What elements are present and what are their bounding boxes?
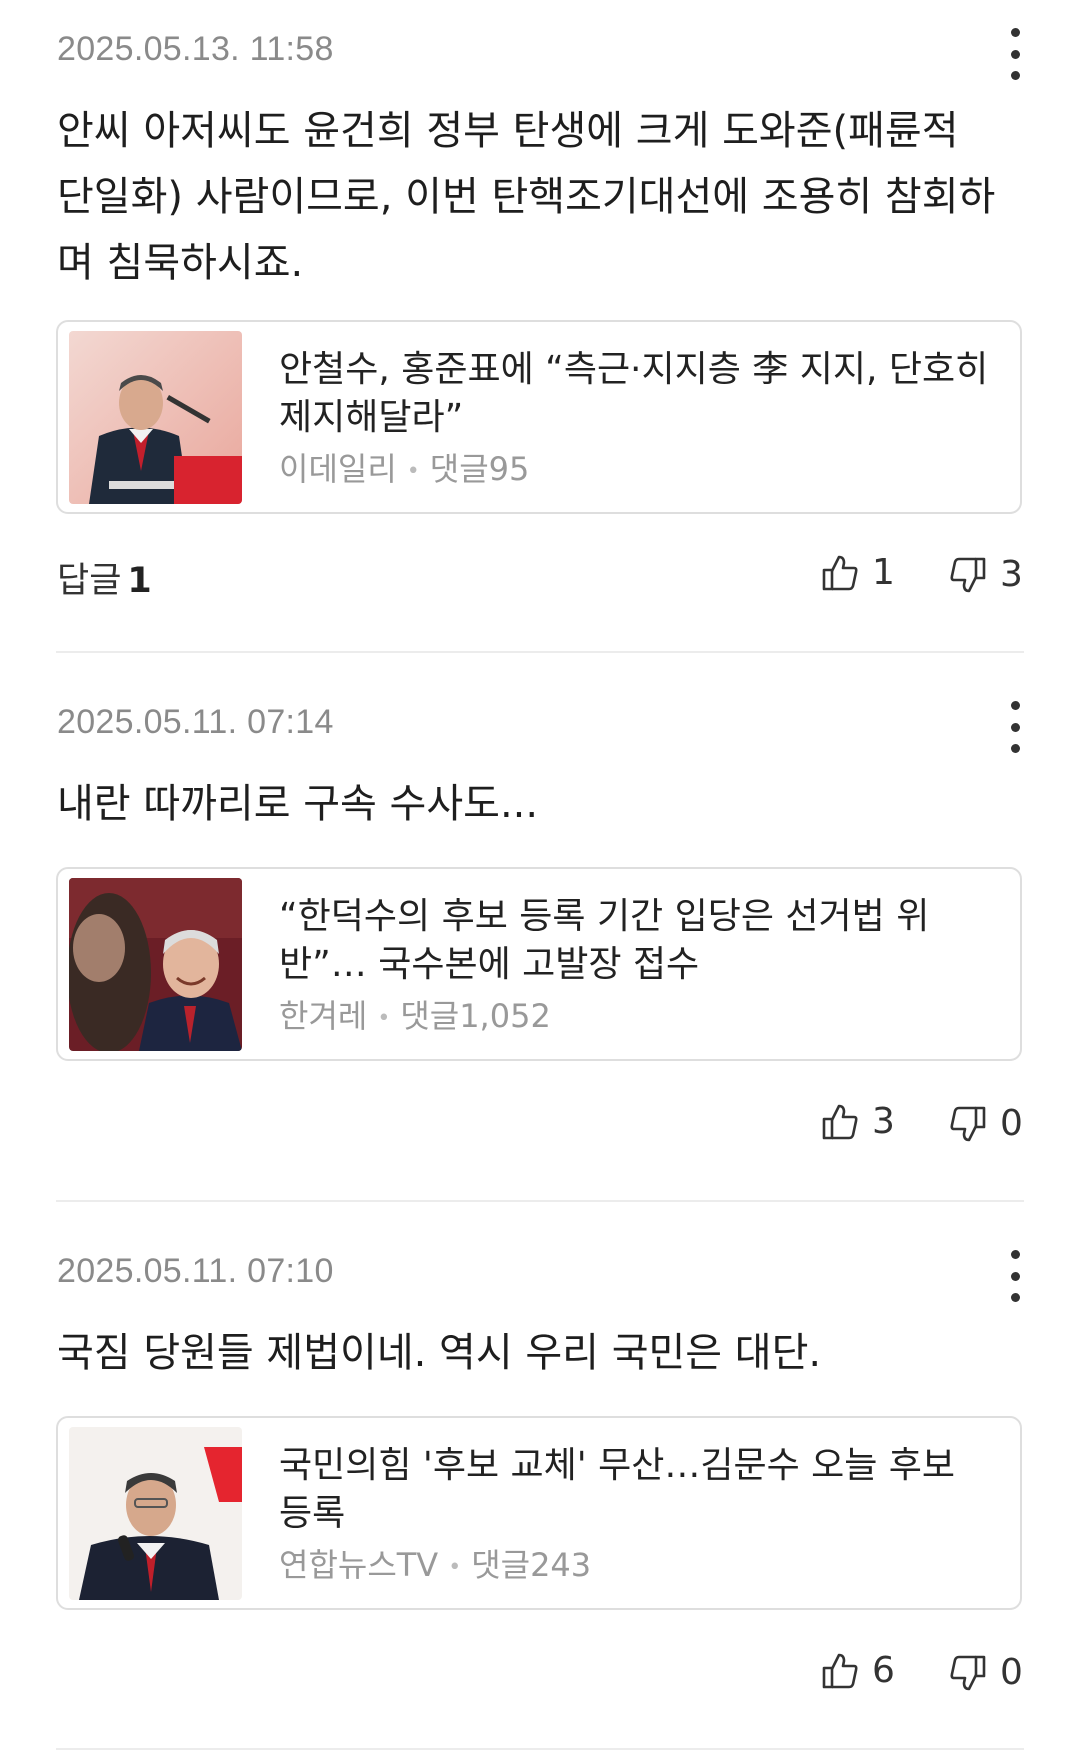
thumbs-down-icon bbox=[950, 557, 986, 592]
divider bbox=[56, 1200, 1024, 1202]
more-options-icon[interactable] bbox=[995, 701, 1035, 753]
article-card[interactable]: 안철수, 홍준표에 “측근·지지층 李 지지, 단호히 제지해달라” 이데일리 •… bbox=[56, 320, 1022, 514]
dislike-count: 3 bbox=[1000, 554, 1023, 595]
separator-dot: • bbox=[377, 1005, 391, 1031]
article-source: 한겨레 bbox=[279, 997, 368, 1035]
thumbs-up-icon bbox=[822, 1104, 858, 1139]
like-count: 6 bbox=[872, 1650, 895, 1691]
like-button[interactable]: 1 bbox=[822, 552, 895, 593]
article-card[interactable]: “한덕수의 후보 등록 기간 입당은 선거법 위반”… 국수본에 고발장 접수 … bbox=[56, 867, 1022, 1061]
article-title: “한덕수의 후보 등록 기간 입당은 선거법 위반”… 국수본에 고발장 접수 bbox=[279, 896, 930, 985]
article-thumbnail bbox=[69, 331, 242, 504]
replies-button[interactable]: 답글 1 bbox=[57, 552, 152, 603]
divider bbox=[56, 651, 1024, 653]
dislike-button[interactable]: 3 bbox=[950, 554, 1023, 595]
separator-dot: • bbox=[406, 458, 420, 484]
more-options-icon[interactable] bbox=[995, 1250, 1035, 1302]
article-meta: 이데일리 • 댓글95 bbox=[279, 444, 529, 490]
article-thumbnail bbox=[69, 1427, 242, 1600]
article-title: 국민의힘 '후보 교체' 무산…김문수 오늘 후보 등록 bbox=[279, 1445, 956, 1534]
dislike-button[interactable]: 0 bbox=[950, 1103, 1023, 1144]
comment-text: 내란 따까리로 구속 수사도... bbox=[57, 781, 539, 827]
article-comment-count: 댓글95 bbox=[429, 450, 530, 488]
like-button[interactable]: 3 bbox=[822, 1101, 895, 1142]
article-thumbnail bbox=[69, 878, 242, 1051]
dislike-count: 0 bbox=[1000, 1652, 1023, 1693]
thumbs-up-icon bbox=[822, 555, 858, 590]
like-count: 1 bbox=[872, 552, 895, 593]
article-source: 이데일리 bbox=[279, 450, 397, 488]
thumbs-down-icon bbox=[950, 1106, 986, 1141]
comment-date: 2025.05.13. 11:58 bbox=[57, 30, 334, 68]
thumbs-up-icon bbox=[822, 1653, 858, 1688]
article-card[interactable]: 국민의힘 '후보 교체' 무산…김문수 오늘 후보 등록 연합뉴스TV • 댓글24… bbox=[56, 1416, 1022, 1610]
dislike-button[interactable]: 0 bbox=[950, 1652, 1023, 1693]
article-title: 안철수, 홍준표에 “측근·지지층 李 지지, 단호히 제지해달라” bbox=[279, 349, 989, 438]
like-button[interactable]: 6 bbox=[822, 1650, 895, 1691]
comment-text: 안씨 아저씨도 윤건희 정부 탄생에 크게 도와준(패륜적 단일화) 사람이므로… bbox=[57, 108, 996, 286]
article-comment-count: 댓글243 bbox=[471, 1546, 592, 1584]
dislike-count: 0 bbox=[1000, 1103, 1023, 1144]
article-comment-count: 댓글1,052 bbox=[400, 997, 551, 1035]
replies-label: 답글 bbox=[57, 561, 122, 601]
article-source: 연합뉴스TV bbox=[279, 1546, 439, 1584]
replies-count: 1 bbox=[127, 561, 152, 601]
article-meta: 연합뉴스TV • 댓글243 bbox=[279, 1540, 591, 1586]
separator-dot: • bbox=[448, 1554, 462, 1580]
comment-text: 국짐 당원들 제법이네. 역시 우리 국민은 대단. bbox=[57, 1330, 822, 1376]
more-options-icon[interactable] bbox=[995, 28, 1035, 80]
comment-date: 2025.05.11. 07:14 bbox=[57, 703, 334, 741]
comment-date: 2025.05.11. 07:10 bbox=[57, 1252, 334, 1290]
thumbs-down-icon bbox=[950, 1655, 986, 1690]
like-count: 3 bbox=[872, 1101, 895, 1142]
article-meta: 한겨레 • 댓글1,052 bbox=[279, 991, 551, 1037]
